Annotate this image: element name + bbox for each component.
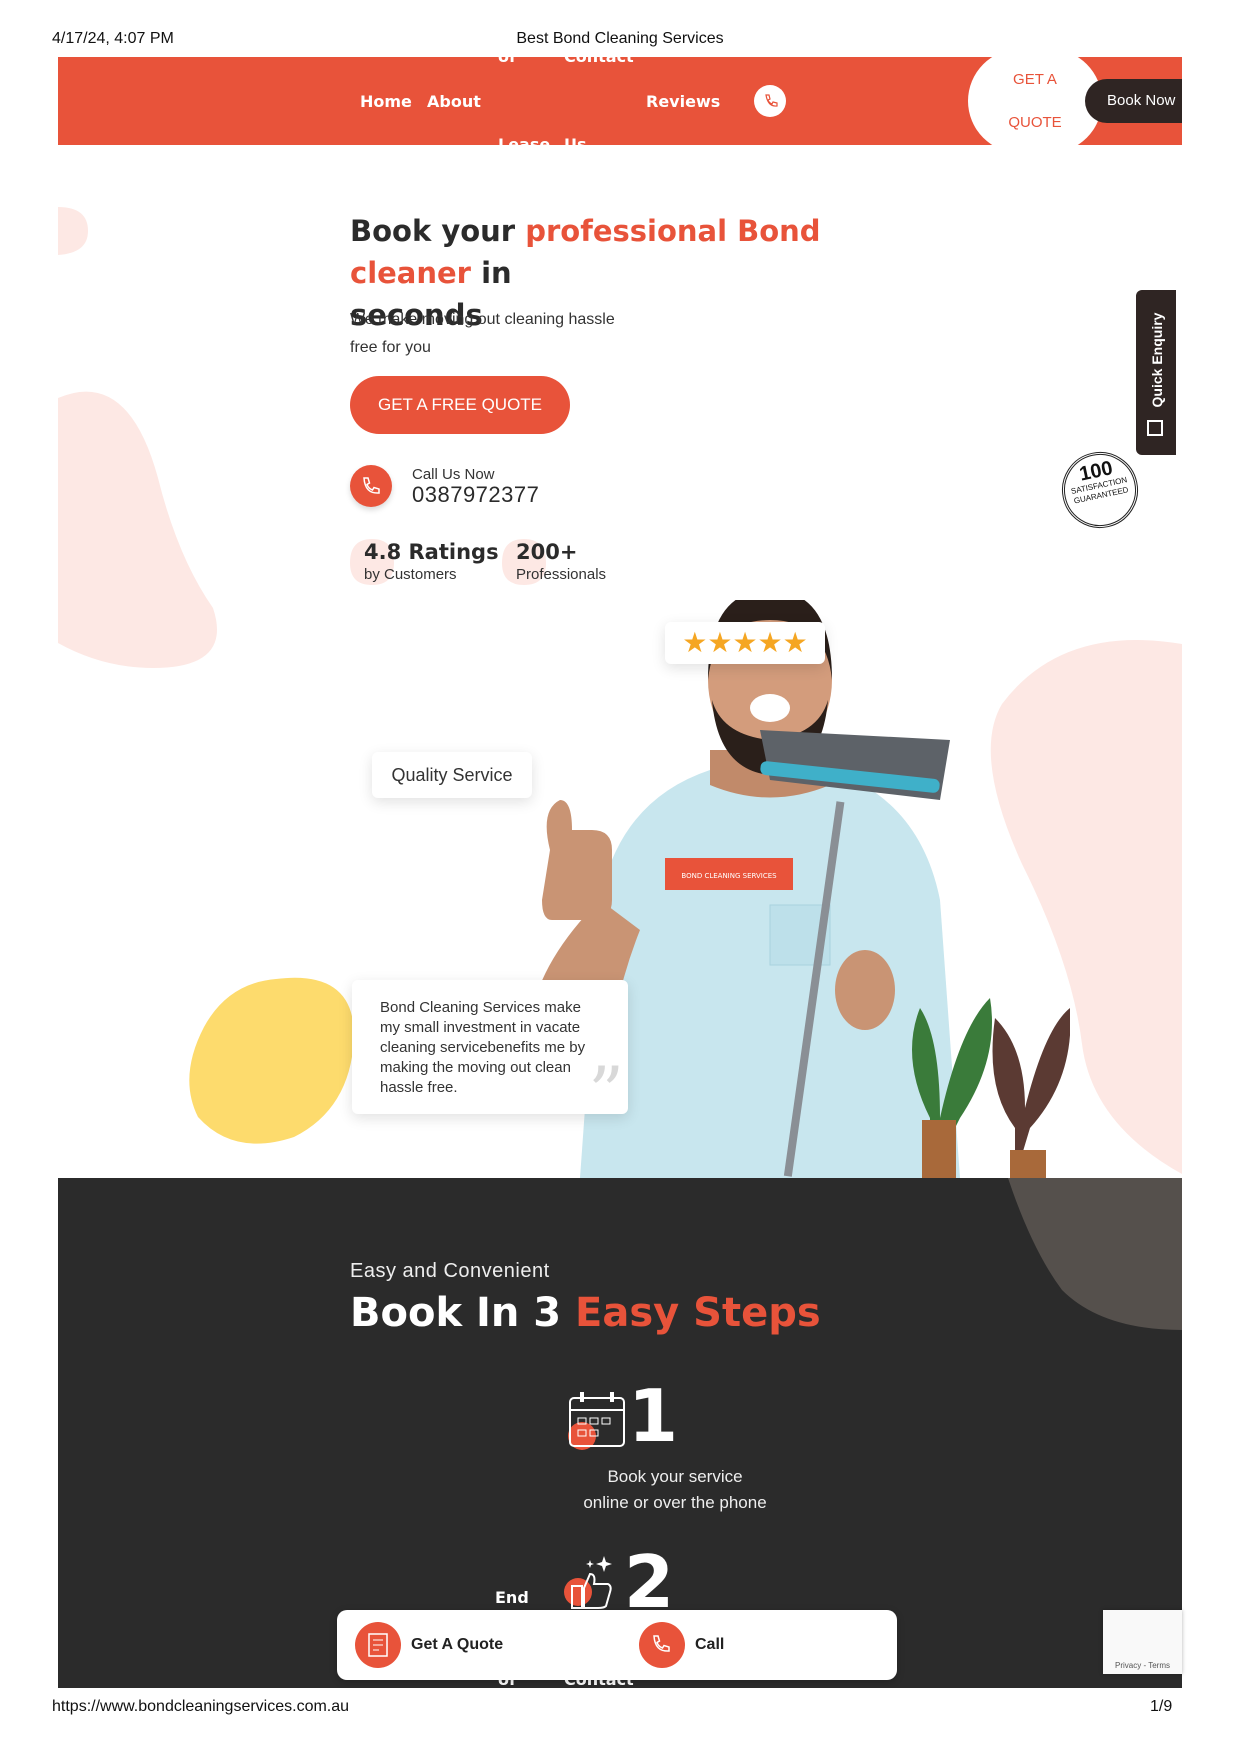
phone-icon <box>765 94 778 107</box>
nav-fragment-of: of <box>498 57 516 66</box>
nav-home-link[interactable]: Home <box>360 92 412 111</box>
nav-reviews-link[interactable]: Reviews <box>646 92 720 111</box>
step1-description: Book your service online or over the pho… <box>450 1464 900 1516</box>
thumbs-up-sparkle-icon <box>564 1556 612 1609</box>
nav-fragment-us[interactable]: Us <box>564 135 587 145</box>
hero-title-pre: Book your <box>350 214 526 248</box>
end-of-lease-fragment[interactable]: End <box>495 1588 529 1607</box>
stat-ratings-value: 4.8 Ratings <box>364 540 499 564</box>
top-navigation: of Contact Home About Lease Us Reviews G… <box>58 57 1182 145</box>
quick-enquiry-tab[interactable]: Quick Enquiry <box>1136 290 1176 455</box>
recaptcha-badge[interactable]: Privacy - Terms <box>1103 1610 1182 1674</box>
step1-line2: online or over the phone <box>583 1493 767 1512</box>
call-label: Call Us Now <box>412 466 495 483</box>
hero-subtitle: We make moving out cleaning hassle free … <box>350 306 650 362</box>
print-url: https://www.bondcleaningservices.com.au <box>52 1698 350 1715</box>
step1-line1: Book your service <box>607 1467 743 1486</box>
nav-fragment-contact[interactable]: Contact <box>564 57 634 66</box>
hero-subtitle-line2: free for you <box>350 339 431 356</box>
call-label[interactable]: Call <box>695 1636 724 1654</box>
steps-blob <box>1008 1178 1182 1330</box>
star-icon: ★ <box>707 627 733 658</box>
call-icon-button[interactable] <box>639 1622 685 1668</box>
steps-title-pre: Book In 3 <box>350 1290 576 1336</box>
rating-card: ★★★★★ <box>665 622 825 664</box>
nav-about-link[interactable]: About <box>427 92 481 111</box>
testimonial-text: Bond Cleaning Services make my small inv… <box>380 999 586 1096</box>
blob-top-left <box>58 207 88 255</box>
blob-left <box>58 391 217 668</box>
print-page-title: Best Bond Cleaning Services <box>516 30 724 47</box>
recaptcha-text[interactable]: Privacy - Terms <box>1103 1661 1182 1670</box>
steps-title-accent: Easy Steps <box>575 1290 821 1336</box>
quality-service-badge: Quality Service <box>372 752 532 798</box>
quote-icon: ” <box>588 1052 624 1134</box>
stat-ratings-label: by Customers <box>364 566 457 583</box>
satisfaction-seal: 100 SATISFACTION GUARANTEED <box>1054 444 1146 536</box>
get-quote-label[interactable]: Get A Quote <box>411 1636 503 1654</box>
phone-icon <box>363 477 380 494</box>
quick-enquiry-label: Quick Enquiry <box>1149 312 1165 408</box>
nav-phone-button[interactable] <box>754 85 786 117</box>
get-quote-line1: GET A <box>1013 71 1057 88</box>
star-icon: ★ <box>682 627 708 658</box>
call-number[interactable]: 0387972377 <box>412 482 539 508</box>
get-quote-icon-button[interactable] <box>355 1622 401 1668</box>
steps-title: Book In 3 Easy Steps <box>350 1290 821 1336</box>
envelope-icon <box>1147 420 1163 436</box>
nav-fragment-lease[interactable]: Lease <box>498 135 550 145</box>
stat-professionals-value: 200+ <box>516 540 578 564</box>
get-quote-line2: QUOTE <box>1008 114 1062 131</box>
call-now-button[interactable] <box>350 465 392 507</box>
calendar-icon <box>568 1392 625 1450</box>
print-page-number: 1/9 <box>1150 1698 1173 1715</box>
star-rating: ★★★★★ <box>665 622 825 664</box>
testimonial-card: Bond Cleaning Services make my small inv… <box>352 980 628 1134</box>
steps-eyebrow: Easy and Convenient <box>350 1260 550 1282</box>
book-now-button[interactable]: Book Now <box>1085 79 1182 123</box>
quote-form-icon <box>368 1633 388 1657</box>
star-icon: ★ <box>757 627 783 658</box>
get-a-quote-button[interactable]: GET A QUOTE <box>968 57 1102 145</box>
shirt-label-text: BOND CLEANING SERVICES <box>681 872 777 880</box>
hero-subtitle-line1: We make moving out cleaning hassle <box>350 311 615 328</box>
phone-icon <box>653 1635 670 1652</box>
star-icon: ★ <box>732 627 758 658</box>
bottom-action-bar: Get A Quote Call <box>337 1610 897 1680</box>
hero-title-post: in <box>470 256 512 290</box>
stat-professionals-label: Professionals <box>516 566 607 583</box>
blob-yellow <box>189 977 355 1144</box>
star-icon: ★ <box>782 627 808 658</box>
get-free-quote-button[interactable]: GET A FREE QUOTE <box>350 376 570 434</box>
step1-number: 1 <box>628 1374 679 1458</box>
